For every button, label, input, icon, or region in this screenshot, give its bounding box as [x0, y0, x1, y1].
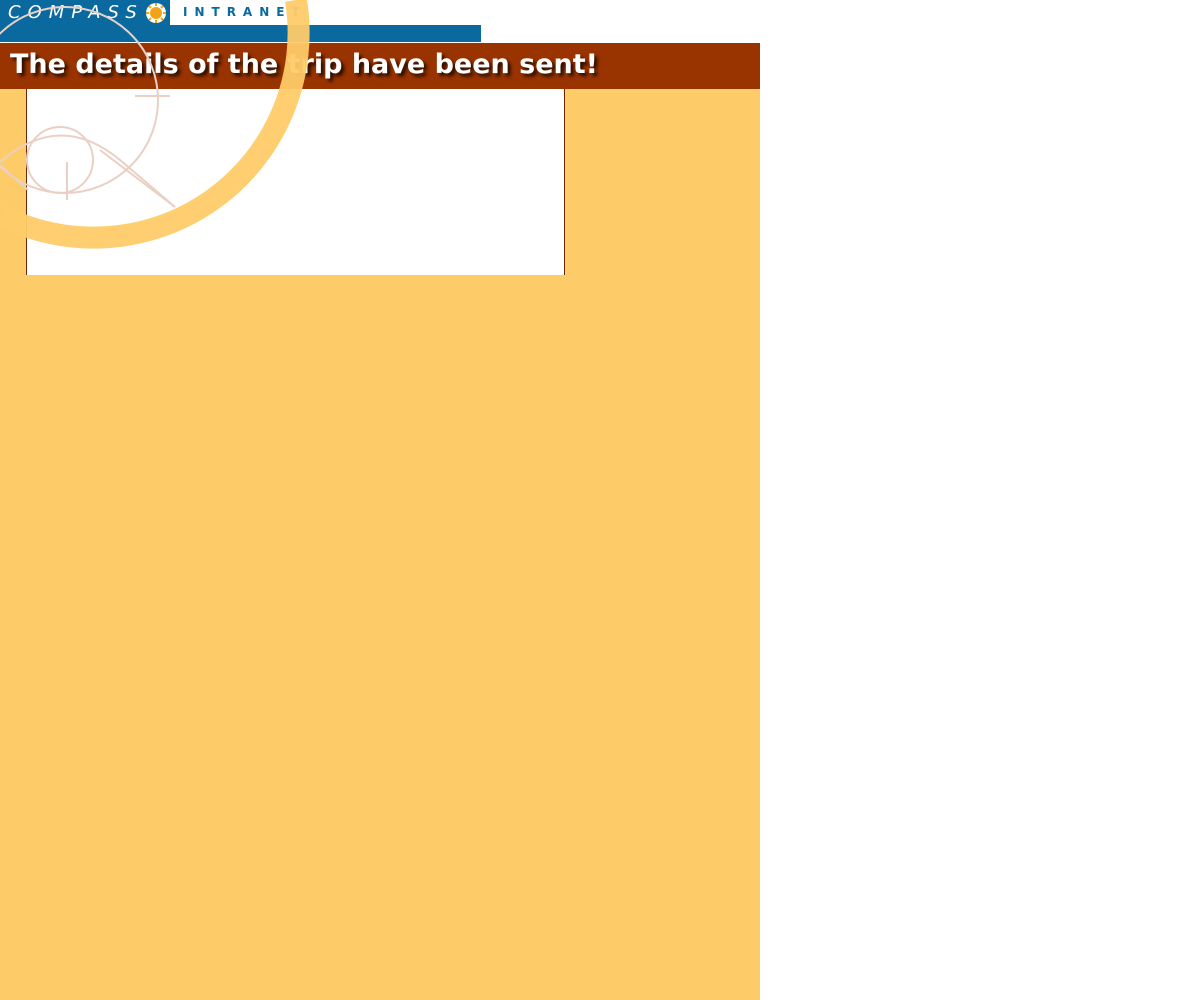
logo[interactable]: COMPASS INTRANET [0, 0, 300, 25]
logo-compass-block: COMPASS [0, 0, 170, 25]
logo-compass-text: COMPASS [8, 2, 144, 23]
page: COMPASS INTRANET The details of the trip… [0, 0, 1200, 1000]
logo-intranet-text: INTRANET [183, 5, 300, 19]
page-title: The details of the trip have been sent! [10, 49, 598, 80]
logo-intranet-block: INTRANET [170, 0, 300, 25]
compass-sun-icon [146, 3, 166, 23]
title-bar: The details of the trip have been sent! [0, 43, 760, 89]
header-stripe [0, 25, 481, 42]
message-panel [26, 89, 565, 275]
